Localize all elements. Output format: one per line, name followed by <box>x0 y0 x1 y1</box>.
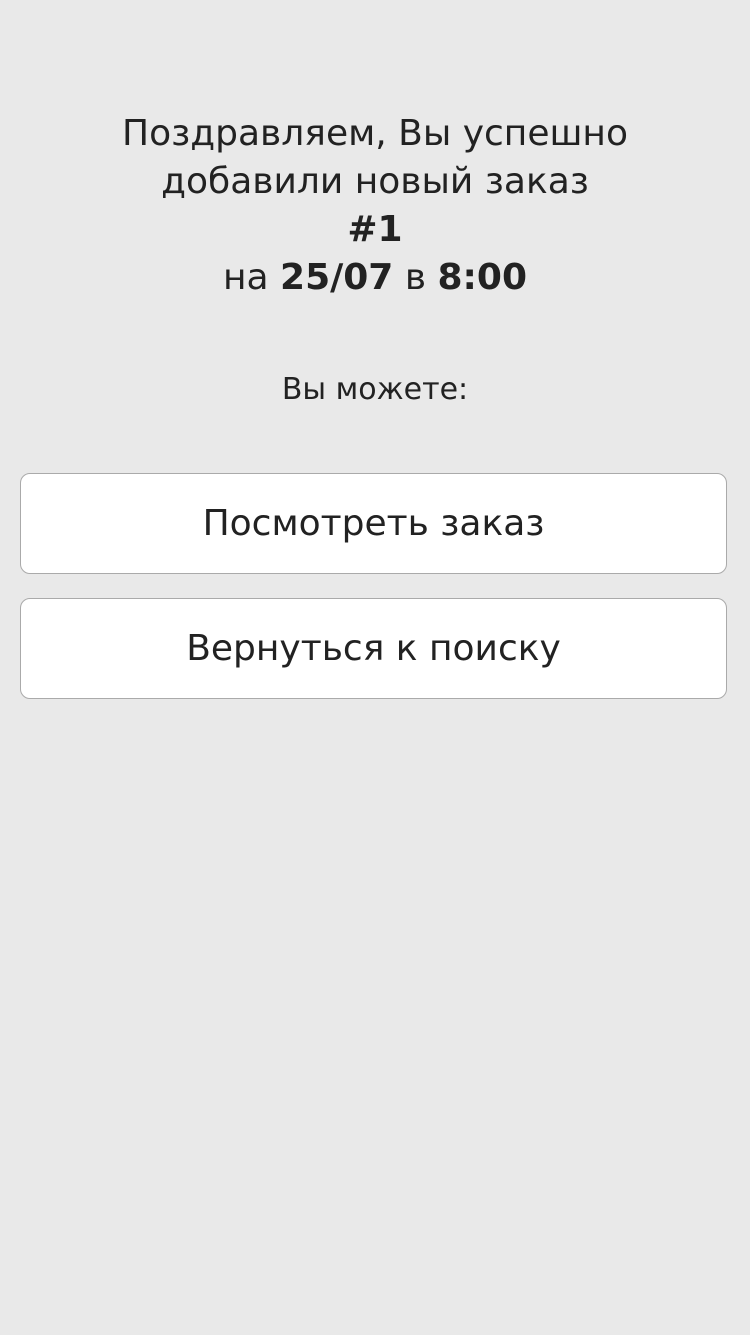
time-prefix: в <box>404 257 427 298</box>
success-message: Поздравляем, Вы успешно добавили новый з… <box>0 110 750 302</box>
date-prefix: на <box>222 257 269 298</box>
message-line-1: Поздравляем, Вы успешно <box>122 113 628 154</box>
order-date: 25/07 <box>280 257 394 298</box>
options-label: Вы можете: <box>281 372 469 407</box>
message-line-2: добавили новый заказ <box>161 161 589 202</box>
back-to-search-button[interactable]: Вернуться к поиску <box>20 598 727 699</box>
order-datetime: на 25/07 в 8:00 <box>0 254 750 302</box>
view-order-button[interactable]: Посмотреть заказ <box>20 473 727 574</box>
order-time: 8:00 <box>437 257 528 298</box>
order-number: #1 <box>347 209 403 250</box>
